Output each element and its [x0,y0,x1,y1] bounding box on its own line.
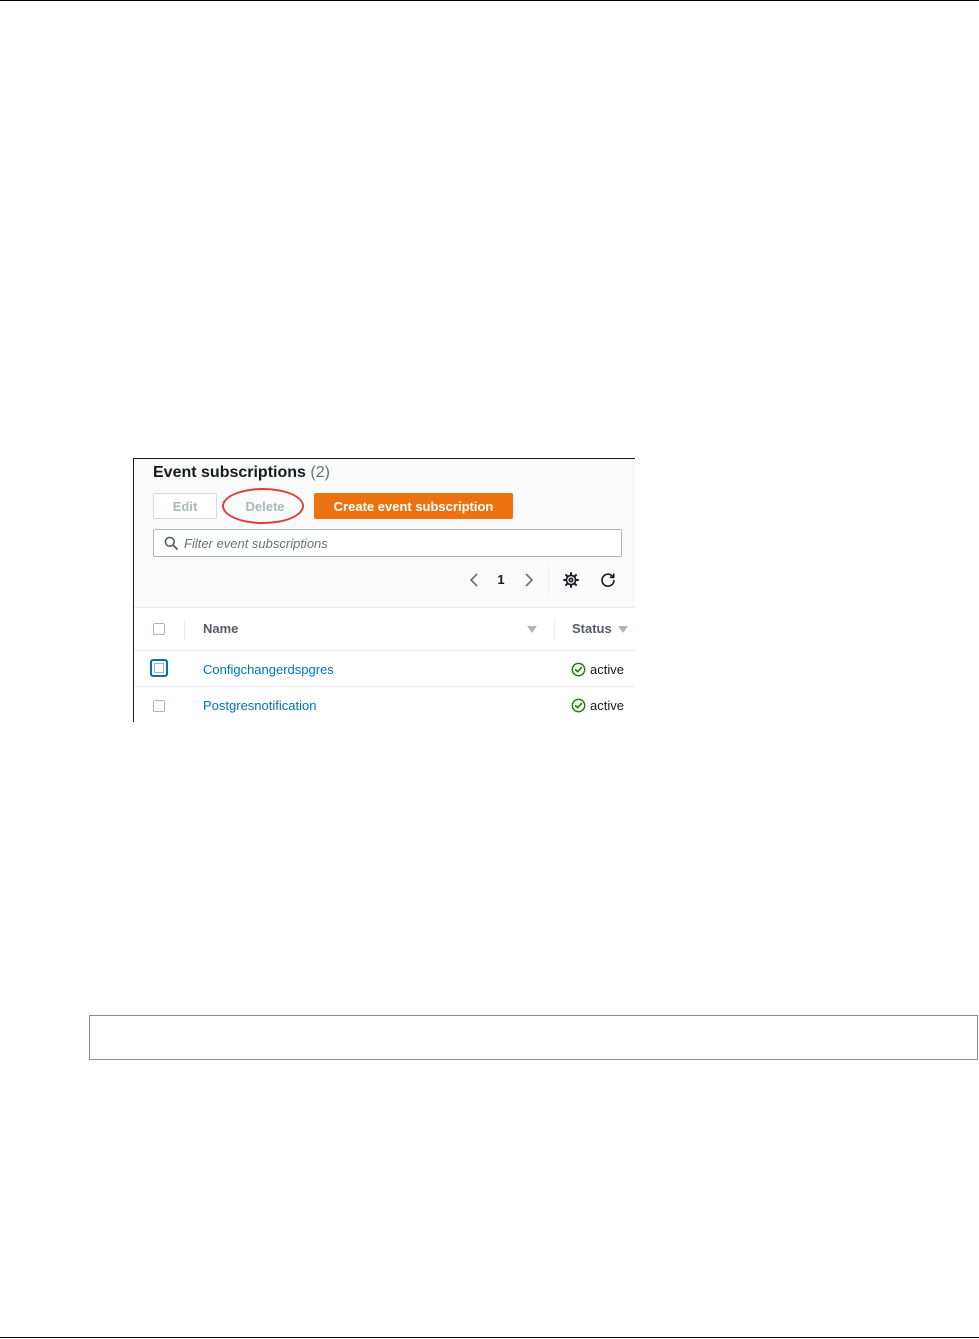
subscription-name-link[interactable]: Configchangerdspgres [203,662,334,677]
next-page-button[interactable] [519,570,539,590]
column-header-name[interactable]: Name [203,621,238,636]
check-circle-icon [571,662,586,676]
table-row[interactable]: Configchangerdspgres active [134,651,635,687]
caret-down-icon[interactable] [618,626,628,633]
table-settings-button[interactable] [561,570,581,590]
event-subscriptions-screenshot: Event subscriptions (2) Edit Delete Crea… [133,458,635,722]
previous-page-button[interactable] [464,570,484,590]
refresh-icon [601,573,615,587]
table-row[interactable]: Postgresnotification active [134,687,635,722]
select-all-checkbox[interactable] [153,623,165,635]
current-page-number[interactable]: 1 [494,572,508,587]
subscription-name-link[interactable]: Postgresnotification [203,698,316,713]
row-checkbox[interactable] [150,659,168,677]
edit-button[interactable]: Edit [153,493,217,519]
create-event-subscription-button[interactable]: Create event subscription [314,493,513,519]
filter-search-box[interactable] [153,529,622,557]
search-icon [164,536,178,550]
chevron-left-icon [469,573,478,587]
row-checkbox[interactable] [153,700,165,712]
panel-header: Event subscriptions (2) Edit Delete Crea… [134,459,635,607]
status-badge: active [571,660,624,678]
gear-icon [563,572,579,588]
column-separator [554,620,555,640]
subscription-count: (2) [310,464,330,481]
column-header-status[interactable]: Status [572,621,612,636]
page-title: Event subscriptions (2) [153,464,330,482]
table-header-row: Name Status [134,607,635,651]
status-text: active [590,697,624,713]
column-separator [184,620,185,640]
toolbar-divider [548,565,549,595]
caret-down-icon[interactable] [527,626,537,633]
check-circle-icon [571,698,586,712]
delete-button[interactable]: Delete [231,493,299,519]
panel-title-text: Event subscriptions [153,464,306,481]
bottom-page-rule [0,1337,979,1338]
status-text: active [590,661,624,677]
refresh-button[interactable] [598,570,618,590]
filter-input[interactable] [184,533,604,553]
top-page-rule [0,0,979,1]
status-badge: active [571,696,624,714]
empty-bordered-box [89,1015,978,1060]
chevron-right-icon [525,573,534,587]
